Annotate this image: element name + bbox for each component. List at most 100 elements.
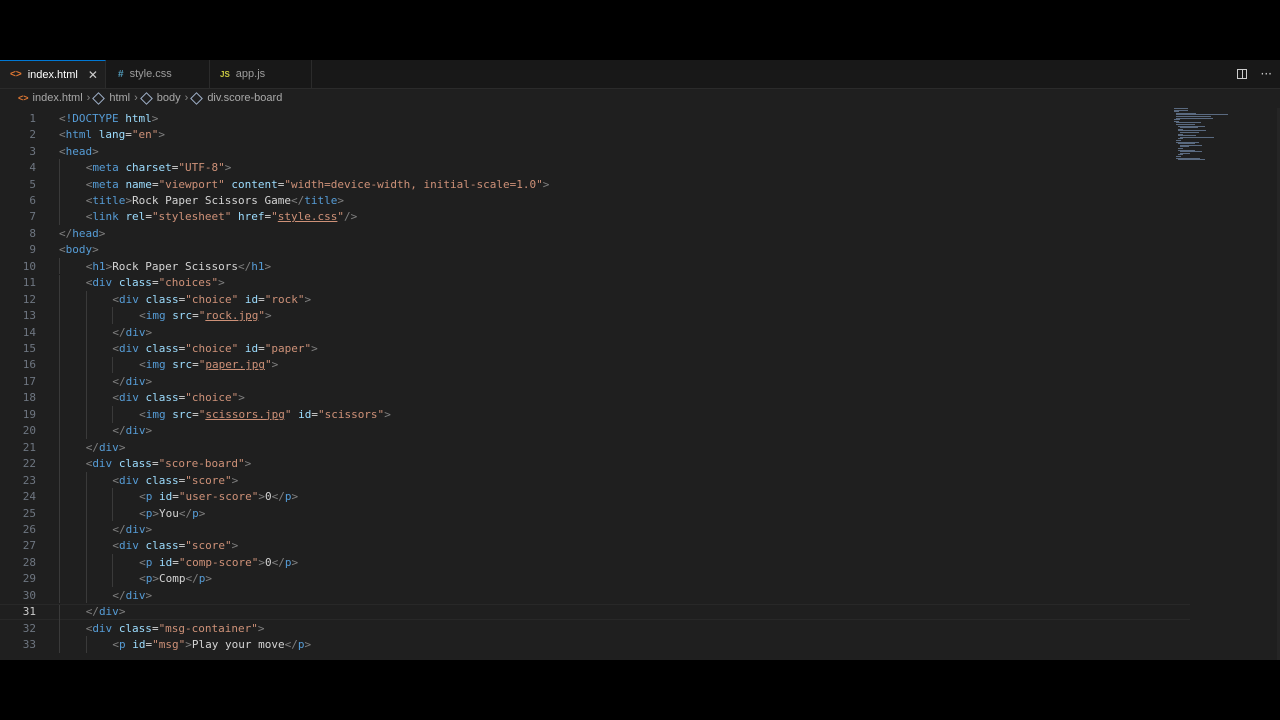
- code-line[interactable]: 3 <head>: [0, 143, 1190, 159]
- more-actions-icon[interactable]: ···: [1261, 67, 1272, 81]
- code-token: >: [118, 440, 126, 454]
- breadcrumb-item[interactable]: div.score-board: [207, 92, 282, 104]
- chevron-right-icon: ›: [134, 92, 138, 104]
- code-token: 0: [264, 555, 272, 569]
- minimap[interactable]: [1174, 108, 1230, 168]
- breadcrumb-file[interactable]: index.html: [33, 92, 83, 104]
- code-token[interactable]: scissors.jpg: [205, 408, 284, 421]
- code-token: "paper": [264, 342, 312, 356]
- code-token: >: [264, 259, 272, 273]
- code-line[interactable]: 27 <div class="score">: [0, 537, 1190, 555]
- code-token[interactable]: style.css: [278, 210, 338, 223]
- code-line[interactable]: 29 <p>Comp</p>: [0, 570, 1190, 588]
- code-text: <p>You</p>: [139, 507, 205, 520]
- code-line[interactable]: 19 <img src="scissors.jpg" id="scissors">: [0, 406, 1190, 423]
- code-line[interactable]: 23 <div class="score">: [0, 471, 1190, 489]
- code-token: >: [118, 605, 126, 619]
- code-token: div: [125, 522, 146, 536]
- code-line[interactable]: 7 <link rel="stylesheet" href="style.css"…: [0, 208, 1190, 226]
- minimap-line: [1178, 159, 1205, 161]
- code-line[interactable]: 16 <img src="paper.jpg">: [0, 356, 1190, 374]
- code-token: "rock": [264, 292, 305, 306]
- code-token: </: [271, 555, 285, 569]
- chevron-right-icon: ›: [86, 92, 91, 104]
- code-token: >: [92, 144, 99, 158]
- tab-app-js[interactable]: JS app.js: [210, 60, 312, 88]
- line-number: 19: [22, 407, 36, 421]
- line-number: 5: [29, 177, 36, 191]
- tab-style-css[interactable]: # style.css: [106, 60, 210, 88]
- code-token: "score": [185, 539, 232, 553]
- code-line[interactable]: 30 </div>: [0, 587, 1190, 604]
- code-token: =: [172, 490, 179, 504]
- tab-label: style.css: [129, 68, 172, 80]
- code-token: div: [119, 292, 139, 306]
- code-line[interactable]: 28 <p id="comp-score">0</p>: [0, 554, 1190, 571]
- code-token: >: [145, 588, 153, 602]
- code-token: "user-score": [178, 490, 259, 504]
- code-line[interactable]: 24 <p id="user-score">0</p>: [0, 488, 1190, 505]
- code-line[interactable]: 15 <div class="choice" id="paper">: [0, 340, 1190, 357]
- code-token: id: [244, 292, 259, 306]
- code-token: >: [152, 506, 159, 520]
- code-line[interactable]: 18 <div class="choice">: [0, 389, 1190, 407]
- line-number: 16: [22, 358, 36, 372]
- code-line[interactable]: 20 </div>: [0, 422, 1190, 439]
- code-token: head: [65, 144, 93, 158]
- code-text: <head>: [59, 145, 99, 158]
- code-token: class: [145, 342, 179, 356]
- indent-guide: [59, 307, 60, 324]
- code-line[interactable]: 12 <div class="choice" id="rock">: [0, 290, 1190, 308]
- indent-guide: [85, 554, 87, 571]
- code-line[interactable]: 2 <html lang="en">: [0, 126, 1190, 142]
- code-line[interactable]: 22 <div class="score-board">: [0, 455, 1190, 472]
- breadcrumb-item[interactable]: body: [157, 92, 181, 104]
- code-editor[interactable]: 1 <!DOCTYPE html> 2 <html lang="en"> 3 <head>…: [0, 108, 1280, 660]
- line-number: 14: [22, 325, 36, 339]
- minimap-line: [1176, 117, 1213, 119]
- indent-guide: [59, 192, 60, 209]
- code-line[interactable]: 21 </div>: [0, 439, 1190, 456]
- code-token: >: [271, 358, 279, 372]
- code-line[interactable]: 10 <h1>Rock Paper Scissors</h1>: [0, 258, 1190, 275]
- code-line[interactable]: 26 </div>: [0, 521, 1190, 538]
- line-number: 31: [22, 605, 36, 619]
- code-token: <: [59, 111, 66, 125]
- code-line[interactable]: 13 <img src="rock.jpg">: [0, 307, 1190, 324]
- code-line[interactable]: 33 <p id="msg">Play your move</p>: [0, 636, 1190, 653]
- code-text: <h1>Rock Paper Scissors</h1>: [86, 260, 271, 273]
- code-token[interactable]: paper.jpg: [205, 358, 265, 371]
- code-line[interactable]: 14 </div>: [0, 323, 1190, 341]
- indent-guide: [59, 340, 60, 357]
- code-line[interactable]: 11 <div class="choices">: [0, 274, 1190, 291]
- tab-actions: ···: [1236, 60, 1272, 88]
- code-line[interactable]: 9 <body>: [0, 242, 1190, 258]
- code-line[interactable]: 8 </head>: [0, 225, 1190, 241]
- css-file-icon: #: [118, 68, 124, 80]
- code-token: src: [172, 309, 193, 323]
- code-line[interactable]: 4 <meta charset="UTF-8">: [0, 159, 1190, 176]
- breadcrumb: <> index.html › html › body › div.score-…: [0, 89, 1280, 107]
- code-line[interactable]: 5 <meta name="viewport" content="width=de…: [0, 175, 1190, 193]
- code-token: =: [151, 177, 159, 191]
- code-line[interactable]: 17 </div>: [0, 373, 1190, 390]
- code-line[interactable]: 25 <p>You</p>: [0, 504, 1190, 522]
- split-editor-icon[interactable]: [1236, 69, 1247, 79]
- close-icon[interactable]: ✕: [88, 68, 98, 82]
- code-token: h1: [251, 259, 265, 273]
- code-token[interactable]: rock.jpg: [205, 309, 258, 322]
- code-token: <: [139, 309, 146, 323]
- code-token: 0: [264, 490, 272, 504]
- breadcrumb-item[interactable]: html: [109, 92, 130, 104]
- indent-guide: [59, 619, 60, 637]
- line-number: 9: [29, 243, 36, 257]
- code-token: Play your move: [191, 638, 285, 652]
- tab-index-html[interactable]: <> index.html ✕: [0, 60, 106, 88]
- indent-guide: [59, 471, 60, 489]
- code-token: <: [59, 243, 66, 257]
- code-line[interactable]: 1 <!DOCTYPE html>: [0, 110, 1190, 126]
- code-line[interactable]: 31 </div>: [0, 603, 1190, 621]
- code-line[interactable]: 32 <div class="msg-container">: [0, 619, 1190, 637]
- code-line[interactable]: 6 <title>Rock Paper Scissors Game</title>: [0, 192, 1190, 209]
